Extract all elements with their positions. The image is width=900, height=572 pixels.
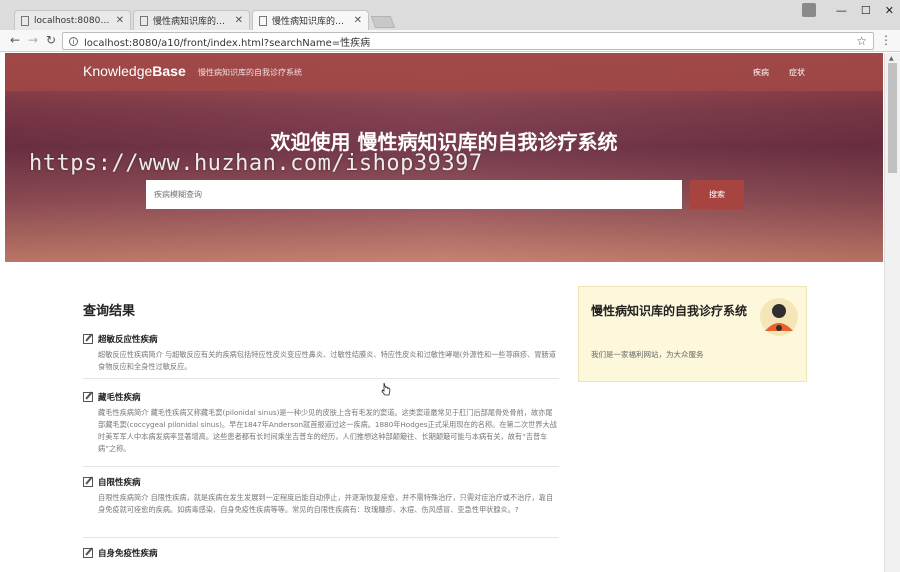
brand-light: Knowledge (83, 63, 153, 79)
result-desc: 自限性疾病简介 自限性疾病，就是疾病在发生发展到一定程度后能自动停止，并逐渐恢复… (98, 493, 554, 514)
edit-icon (83, 548, 93, 558)
page-viewport: KnowledgeBase 慢性病知识库的自我诊疗系统 疾病 症状 欢迎使用 慢… (5, 53, 883, 572)
nav-symptoms[interactable]: 症状 (789, 67, 805, 78)
close-icon[interactable]: ✕ (116, 15, 124, 26)
result-link[interactable]: 自限性疾病 (98, 476, 141, 488)
brand-logo[interactable]: KnowledgeBase (83, 63, 186, 79)
info-card: 慢性病知识库的自我诊疗系统 我们是一家福利网站，为大众服务 (578, 286, 807, 382)
reload-icon[interactable]: ↻ (46, 33, 56, 47)
close-window-icon[interactable]: ✕ (885, 4, 894, 17)
search-input[interactable] (146, 180, 682, 209)
edit-icon (83, 392, 93, 402)
result-item: 藏毛性疾病 藏毛性疾病简介 藏毛性疾病又称藏毛窦(pilonidal sinus… (83, 391, 559, 467)
result-desc: 超敏反应性疾病简介 与超敏反应有关的疾病包括特应性皮炎变应性鼻炎、过敏性结膜炎、… (98, 350, 556, 371)
edit-icon (83, 477, 93, 487)
result-link[interactable]: 藏毛性疾病 (98, 391, 141, 403)
browser-menu-icon[interactable]: ⋮ (880, 33, 892, 47)
site-navbar: KnowledgeBase 慢性病知识库的自我诊疗系统 疾病 症状 (5, 53, 883, 91)
page-icon (259, 15, 267, 26)
result-item: 自身免疫性疾病 (83, 547, 559, 572)
scrollbar-thumb[interactable] (888, 63, 897, 173)
close-icon[interactable]: ✕ (235, 15, 243, 26)
maximize-icon[interactable]: ☐ (861, 4, 871, 17)
watermark-text: https://www.huzhan.com/ishop39397 (29, 151, 483, 176)
bookmark-star-icon[interactable]: ☆ (856, 34, 867, 48)
card-subtitle: 我们是一家福利网站，为大众服务 (591, 350, 704, 359)
result-link[interactable]: 自身免疫性疾病 (98, 547, 158, 559)
user-icon[interactable] (801, 3, 816, 17)
page-icon (140, 15, 148, 26)
url-text: localhost:8080/a10/front/index.html?sear… (84, 37, 371, 49)
search-button[interactable]: 搜索 (690, 180, 744, 209)
tab-title: 慢性病知识库的自我诊疗 (153, 17, 231, 27)
browser-chrome: localhost:8080/webtc ✕ 慢性病知识库的自我诊疗 ✕ 慢性病… (0, 0, 900, 52)
card-title: 慢性病知识库的自我诊疗系统 (591, 304, 748, 318)
result-item: 超敏反应性疾病 超敏反应性疾病简介 与超敏反应有关的疾病包括特应性皮炎变应性鼻炎… (83, 333, 559, 379)
new-tab-button[interactable] (370, 16, 396, 28)
edit-icon (83, 334, 93, 344)
info-icon[interactable]: i (69, 36, 78, 46)
address-bar[interactable]: i localhost:8080/a10/front/index.html?se… (62, 32, 874, 50)
brand-bold: Base (152, 63, 186, 79)
result-link[interactable]: 超敏反应性疾病 (98, 333, 158, 345)
page-scrollbar[interactable]: ▲ (884, 53, 900, 572)
back-icon[interactable]: ← (10, 33, 20, 47)
tab-3-active[interactable]: 慢性病知识库的自我诊疗 ✕ (252, 10, 369, 30)
result-desc: 藏毛性疾病简介 藏毛性疾病又称藏毛窦(pilonidal sinus)是一种少见… (98, 408, 557, 453)
tab-title: localhost:8080/webtc (34, 15, 112, 26)
nav-diseases[interactable]: 疾病 (753, 67, 769, 78)
tab-2[interactable]: 慢性病知识库的自我诊疗 ✕ (133, 10, 250, 30)
results-title: 查询结果 (83, 304, 136, 319)
mouse-cursor-icon (381, 382, 391, 396)
avatar-icon (760, 298, 798, 336)
tab-1[interactable]: localhost:8080/webtc ✕ (14, 10, 131, 30)
minimize-icon[interactable]: — (836, 4, 847, 17)
forward-icon[interactable]: → (28, 33, 38, 47)
page-icon (21, 15, 29, 26)
result-item: 自限性疾病 自限性疾病简介 自限性疾病，就是疾病在发生发展到一定程度后能自动停止… (83, 476, 559, 538)
tab-title: 慢性病知识库的自我诊疗 (272, 17, 350, 27)
tab-strip: localhost:8080/webtc ✕ 慢性病知识库的自我诊疗 ✕ 慢性病… (0, 0, 900, 30)
browser-toolbar: ← → ↻ i localhost:8080/a10/front/index.h… (0, 30, 900, 52)
close-icon[interactable]: ✕ (354, 15, 362, 26)
brand-subtitle: 慢性病知识库的自我诊疗系统 (198, 68, 302, 77)
window-controls: — ☐ ✕ (801, 0, 894, 20)
scroll-up-icon[interactable]: ▲ (889, 55, 894, 62)
